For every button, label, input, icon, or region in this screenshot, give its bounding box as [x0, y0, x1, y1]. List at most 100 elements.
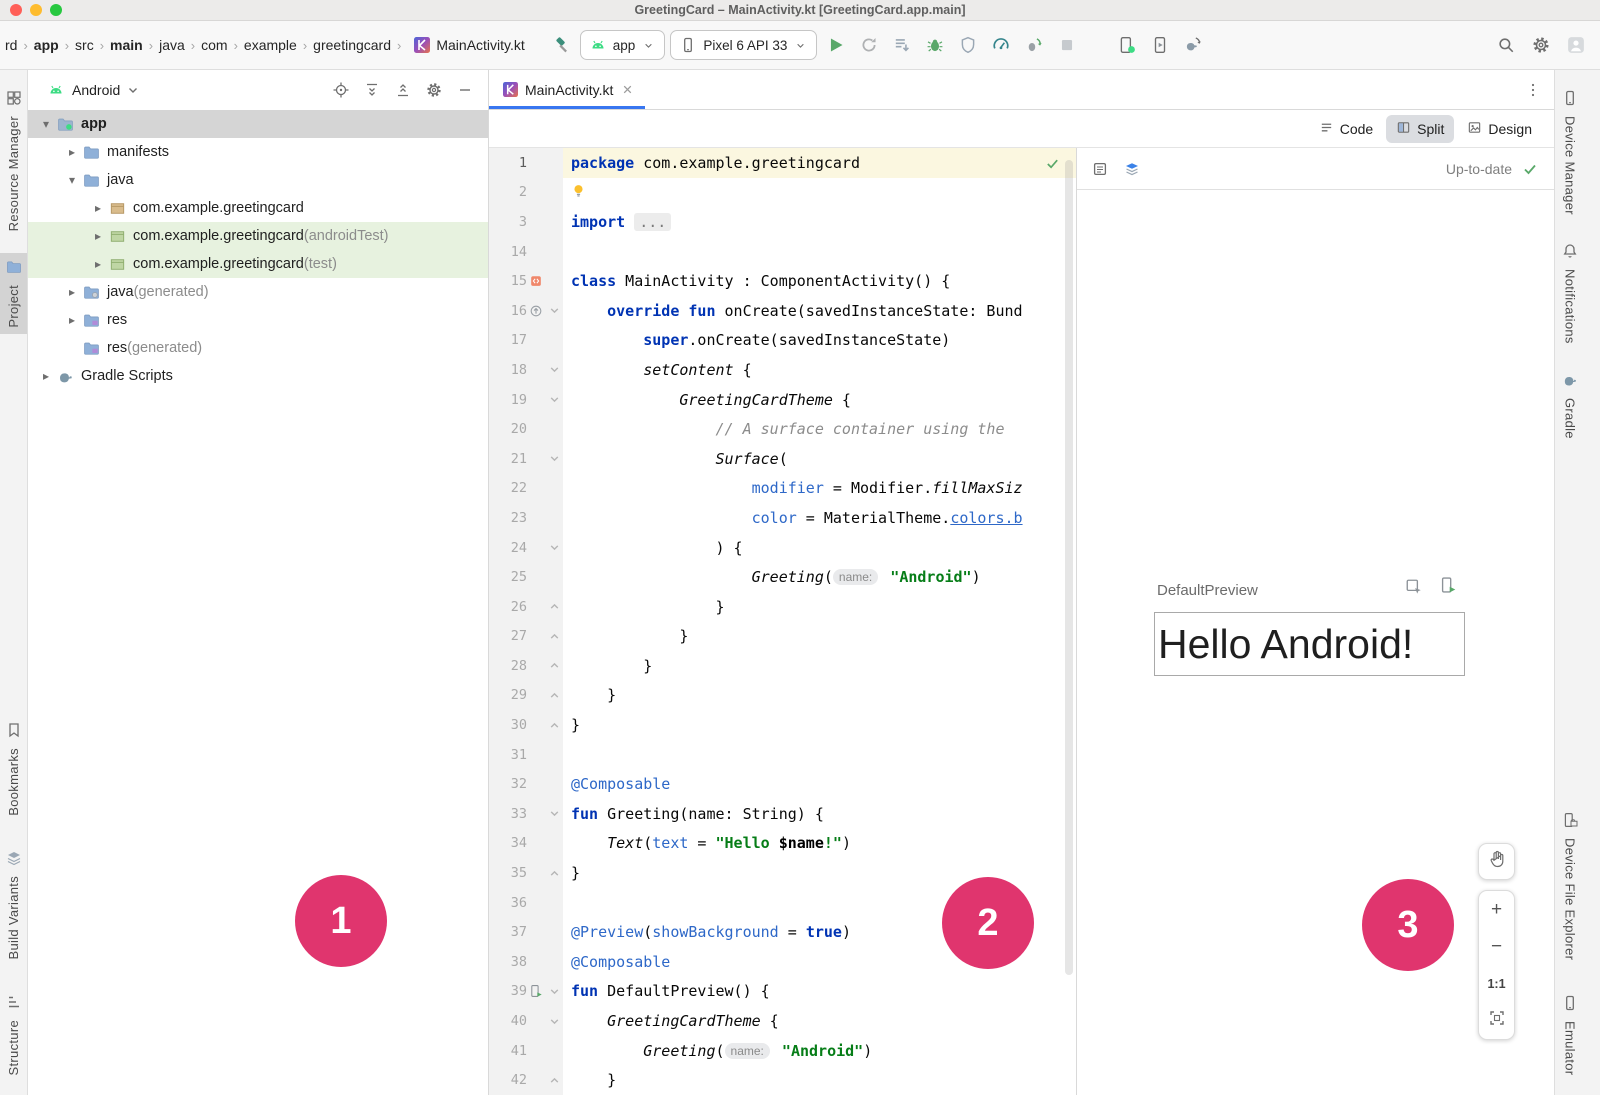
- run-preview-icon[interactable]: [1439, 576, 1457, 599]
- device-manager-button[interactable]: [1113, 31, 1141, 59]
- close-tab-icon[interactable]: [620, 82, 635, 97]
- tree-expand-arrow[interactable]: ▸: [64, 313, 80, 327]
- code-line-31[interactable]: 31: [489, 740, 1076, 770]
- view-mode-code[interactable]: Code: [1309, 115, 1383, 143]
- tree-expand-arrow[interactable]: ▸: [38, 369, 54, 383]
- editor-tab-mainactivity[interactable]: MainActivity.kt: [489, 70, 645, 109]
- code-line-26[interactable]: 26 }: [489, 592, 1076, 622]
- code-line-22[interactable]: 22 modifier = Modifier.fillMaxSiz: [489, 474, 1076, 504]
- tree-expand-arrow[interactable]: ▸: [90, 201, 106, 215]
- zoom-actual-size-button[interactable]: 1:1: [1479, 965, 1514, 1002]
- expand-all-button[interactable]: [359, 77, 385, 103]
- tree-item-res[interactable]: ▸res: [28, 306, 488, 334]
- code-line-14[interactable]: 14: [489, 237, 1076, 267]
- view-options-button[interactable]: [1119, 156, 1145, 182]
- code-line-17[interactable]: 17 super.onCreate(savedInstanceState): [489, 326, 1076, 356]
- code-line-28[interactable]: 28 }: [489, 651, 1076, 681]
- interactive-mode-icon[interactable]: [1405, 578, 1423, 601]
- run-button[interactable]: [822, 31, 850, 59]
- code-line-42[interactable]: 42 }: [489, 1065, 1076, 1095]
- code-line-40[interactable]: 40 GreetingCardTheme {: [489, 1006, 1076, 1036]
- breadcrumb-file[interactable]: MainActivity.kt: [414, 37, 524, 53]
- code-line-1[interactable]: 1package com.example.greetingcard: [489, 148, 1076, 178]
- fold-marker-icon[interactable]: [545, 868, 563, 879]
- fold-marker-icon[interactable]: [545, 394, 563, 405]
- fold-marker-icon[interactable]: [545, 453, 563, 464]
- device-selector[interactable]: Pixel 6 API 33: [670, 30, 817, 60]
- code-line-3[interactable]: 3import ...: [489, 207, 1076, 237]
- minimize-window-button[interactable]: [30, 4, 42, 16]
- tool-button-device-manager[interactable]: Device Manager: [1555, 84, 1585, 221]
- fold-marker-icon[interactable]: [545, 542, 563, 553]
- fold-marker-icon[interactable]: [545, 808, 563, 819]
- tree-expand-arrow[interactable]: ▾: [64, 173, 80, 187]
- profiler-button[interactable]: [987, 31, 1015, 59]
- code-line-18[interactable]: 18 setContent {: [489, 355, 1076, 385]
- debug-button[interactable]: [921, 31, 949, 59]
- running-devices-button[interactable]: [1146, 31, 1174, 59]
- inspections-ok-icon[interactable]: [1045, 156, 1060, 176]
- code-line-19[interactable]: 19 GreetingCardTheme {: [489, 385, 1076, 415]
- tree-item-app[interactable]: ▾app: [28, 110, 488, 138]
- tool-button-device-file-explorer[interactable]: Device File Explorer: [1555, 806, 1585, 966]
- intention-bulb-icon[interactable]: [571, 183, 592, 202]
- pan-tool-button[interactable]: [1478, 843, 1515, 880]
- tree-expand-arrow[interactable]: ▸: [64, 145, 80, 159]
- tool-button-resource-manager[interactable]: Resource Manager: [0, 84, 27, 237]
- zoom-window-button[interactable]: [50, 4, 62, 16]
- profile-avatar[interactable]: [1562, 31, 1590, 59]
- tree-expand-arrow[interactable]: ▸: [90, 229, 106, 243]
- tree-item-com-example-greetingcard-test[interactable]: ▸com.example.greetingcard (test): [28, 250, 488, 278]
- tool-button-bookmarks[interactable]: Bookmarks: [0, 716, 27, 822]
- class-gutter-icon[interactable]: [527, 274, 545, 288]
- overriding-method-icon[interactable]: [527, 304, 545, 318]
- breadcrumb-item-com[interactable]: com: [200, 36, 228, 54]
- hide-panel-button[interactable]: [452, 77, 478, 103]
- code-line-29[interactable]: 29 }: [489, 681, 1076, 711]
- code-line-24[interactable]: 24 ) {: [489, 533, 1076, 563]
- code-line-41[interactable]: 41 Greeting(name: "Android"): [489, 1036, 1076, 1066]
- code-line-27[interactable]: 27 }: [489, 622, 1076, 652]
- view-mode-split[interactable]: Split: [1386, 115, 1454, 143]
- fold-marker-icon[interactable]: [545, 1075, 563, 1086]
- run-preview-gutter-icon[interactable]: [527, 984, 545, 998]
- module-selector[interactable]: app: [580, 30, 666, 60]
- breadcrumb-item-app[interactable]: app: [33, 36, 60, 54]
- project-view-selector[interactable]: Android: [72, 82, 120, 98]
- fold-marker-icon[interactable]: [545, 364, 563, 375]
- code-line-30[interactable]: 30}: [489, 710, 1076, 740]
- fold-marker-icon[interactable]: [545, 660, 563, 671]
- stop-button[interactable]: [1053, 31, 1081, 59]
- preview-name[interactable]: DefaultPreview: [1157, 582, 1258, 599]
- tree-item-gradle-scripts[interactable]: ▸Gradle Scripts: [28, 362, 488, 390]
- editor-scrollbar[interactable]: [1065, 160, 1073, 975]
- tree-item-com-example-greetingcard[interactable]: ▸com.example.greetingcard: [28, 194, 488, 222]
- code-line-34[interactable]: 34 Text(text = "Hello $name!"): [489, 829, 1076, 859]
- apply-changes-button[interactable]: [855, 31, 883, 59]
- code-line-16[interactable]: 16 override fun onCreate(savedInstanceSt…: [489, 296, 1076, 326]
- code-line-32[interactable]: 32@Composable: [489, 769, 1076, 799]
- code-line-21[interactable]: 21 Surface(: [489, 444, 1076, 474]
- collapse-all-button[interactable]: [390, 77, 416, 103]
- apply-code-changes-button[interactable]: [888, 31, 916, 59]
- code-line-15[interactable]: 15class MainActivity : ComponentActivity…: [489, 266, 1076, 296]
- code-line-2[interactable]: 2: [489, 178, 1076, 208]
- code-line-20[interactable]: 20 // A surface container using the: [489, 414, 1076, 444]
- ui-check-mode-button[interactable]: [1087, 156, 1113, 182]
- tree-expand-arrow[interactable]: ▸: [64, 285, 80, 299]
- select-opened-file-button[interactable]: [328, 77, 354, 103]
- breadcrumb-item-main[interactable]: main: [109, 36, 144, 54]
- code-line-33[interactable]: 33fun Greeting(name: String) {: [489, 799, 1076, 829]
- code-line-39[interactable]: 39fun DefaultPreview() {: [489, 977, 1076, 1007]
- tree-item-java[interactable]: ▾java: [28, 166, 488, 194]
- panel-options-button[interactable]: [421, 77, 447, 103]
- tool-button-gradle[interactable]: Gradle: [1555, 366, 1585, 445]
- search-everywhere-button[interactable]: [1492, 31, 1520, 59]
- tree-expand-arrow[interactable]: ▸: [90, 257, 106, 271]
- zoom-out-button[interactable]: −: [1479, 928, 1514, 965]
- attach-debugger-button[interactable]: [954, 31, 982, 59]
- editor-options-button[interactable]: [1520, 77, 1546, 103]
- breadcrumb-item-greetingcard[interactable]: greetingcard: [312, 36, 392, 54]
- tool-button-build-variants[interactable]: Build Variants: [0, 844, 27, 965]
- tool-button-structure[interactable]: Structure: [0, 988, 27, 1081]
